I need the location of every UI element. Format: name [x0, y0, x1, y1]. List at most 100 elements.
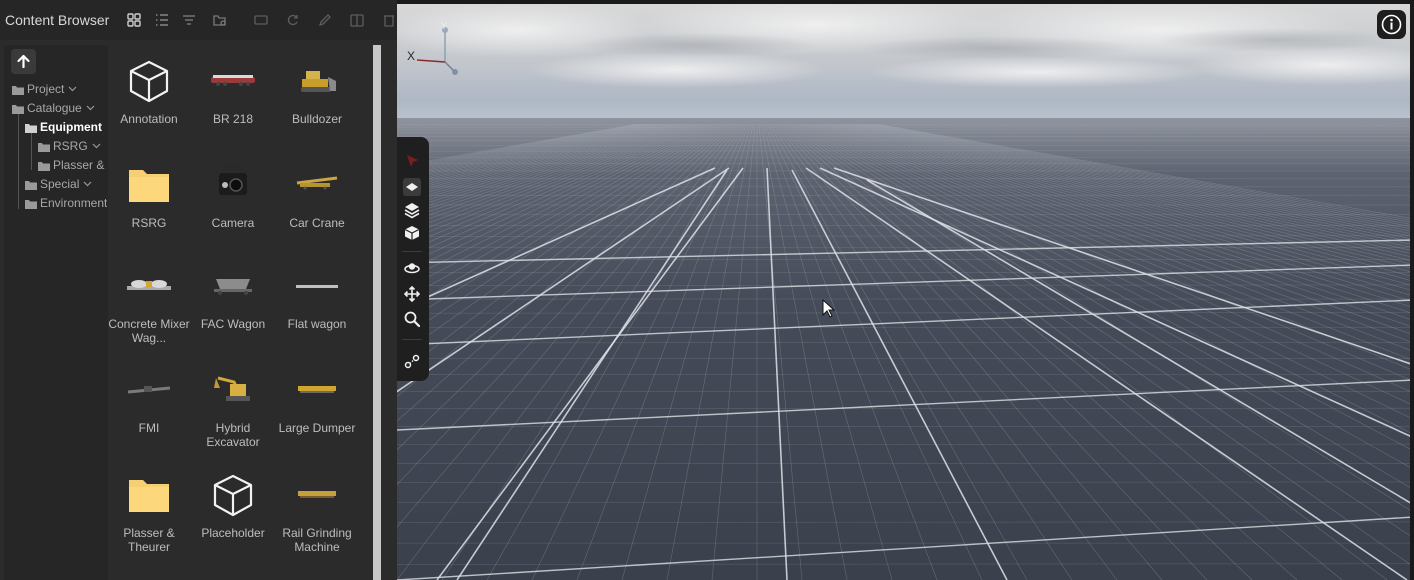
asset-label: Concrete Mixer Wag...	[108, 317, 190, 345]
trash-icon[interactable]	[382, 12, 398, 28]
folder-icon	[12, 86, 24, 95]
chevron-down-icon[interactable]	[86, 105, 95, 111]
panel-header: Content Browser	[0, 0, 397, 40]
tree-label: Project	[27, 82, 65, 96]
measure-icon[interactable]	[403, 353, 421, 371]
tree-item-plasser[interactable]: Plasser &	[38, 158, 106, 174]
mouse-cursor	[822, 298, 836, 324]
asset-bulldozer[interactable]: Bulldozer	[275, 57, 359, 157]
chevron-down-icon[interactable]	[68, 86, 77, 92]
excavator-thumbnail	[214, 376, 250, 401]
viewport-scene[interactable]	[397, 0, 1414, 580]
info-icon	[1381, 14, 1402, 35]
grid-view-icon[interactable]	[126, 12, 142, 28]
info-button[interactable]	[1377, 10, 1406, 39]
refresh-icon[interactable]	[285, 12, 301, 28]
asset-rail-grinding-machine[interactable]: Rail Grinding Machine	[275, 471, 359, 571]
folder-open-icon	[12, 105, 24, 114]
asset-concrete-mixer-wagon[interactable]: Concrete Mixer Wag...	[107, 262, 191, 362]
asset-label: FMI	[138, 421, 160, 435]
zoom-icon[interactable]	[403, 310, 421, 328]
tree-label: Equipment	[40, 120, 102, 134]
asset-label: Car Crane	[289, 216, 345, 230]
tree-item-environment[interactable]: Environment	[25, 196, 107, 212]
folder-icon	[38, 143, 50, 152]
asset-label: Plasser & Theurer	[123, 526, 175, 554]
asset-label: Large Dumper	[278, 421, 356, 435]
tree-item-rsrg[interactable]: RSRG	[38, 139, 106, 155]
fac-wagon-thumbnail	[214, 279, 252, 295]
asset-flat-wagon[interactable]: Flat wagon	[275, 262, 359, 362]
clouds	[397, 0, 1414, 88]
folder-icon	[38, 162, 50, 171]
cube-outline-icon	[213, 474, 253, 517]
move-icon[interactable]	[403, 285, 421, 303]
asset-label: Placeholder	[201, 526, 265, 540]
car-crane-thumbnail	[296, 176, 338, 190]
tree-item-special[interactable]: Special	[25, 177, 105, 193]
asset-label: Annotation	[120, 112, 178, 126]
panel-title: Content Browser	[5, 12, 110, 28]
folder-icon	[25, 200, 37, 209]
cube-outline-icon	[129, 60, 169, 103]
asset-fmi[interactable]: FMI	[107, 366, 191, 466]
asset-camera[interactable]: Camera	[191, 161, 275, 261]
frame-icon[interactable]	[253, 12, 269, 28]
content-browser-panel: Content Browser Project Catalogue Equipm…	[0, 0, 397, 580]
fmi-thumbnail	[127, 386, 171, 394]
asset-annotation[interactable]: Annotation	[107, 57, 191, 157]
asset-label: FAC Wagon	[200, 317, 266, 331]
app-window: Content Browser Project Catalogue Equipm…	[0, 0, 1414, 580]
select-arrow-icon[interactable]	[403, 152, 421, 170]
asset-car-crane[interactable]: Car Crane	[275, 161, 359, 261]
tree-item-equipment[interactable]: Equipment	[25, 120, 105, 136]
axis-y-label: Y	[441, 21, 447, 31]
tree-label: Catalogue	[27, 101, 82, 115]
navigate-up-button[interactable]	[11, 49, 36, 74]
asset-br-218[interactable]: BR 218	[191, 57, 275, 157]
tree-guide-line	[18, 113, 19, 209]
tree-guide-line	[31, 132, 32, 170]
tree-item-catalogue[interactable]: Catalogue	[12, 101, 104, 117]
flat-wagon-thumbnail	[296, 285, 338, 288]
layer-single-icon[interactable]	[403, 178, 421, 196]
asset-large-dumper[interactable]: Large Dumper	[275, 366, 359, 466]
panel-scrollbar[interactable]	[373, 45, 381, 580]
chevron-down-icon[interactable]	[83, 181, 92, 187]
viewport-border	[397, 0, 1414, 4]
viewport-toolbar	[397, 137, 429, 381]
folder-icon	[25, 181, 37, 190]
concrete-mixer-thumbnail	[127, 280, 171, 290]
asset-folder-plasser-theurer[interactable]: Plasser & Theurer	[107, 471, 191, 571]
toolbar-divider	[402, 251, 422, 252]
arrow-up-icon	[17, 54, 30, 69]
tree-item-project[interactable]: Project	[12, 82, 102, 98]
folder-settings-icon[interactable]	[212, 12, 228, 28]
folder-icon	[129, 480, 169, 512]
3d-viewport[interactable]: X Y	[397, 0, 1414, 580]
asset-label: Camera	[211, 216, 255, 230]
chevron-down-icon[interactable]	[92, 143, 101, 149]
asset-folder-rsrg[interactable]: RSRG	[107, 161, 191, 261]
asset-label: BR 218	[212, 112, 254, 126]
axis-gizmo[interactable]: X Y	[405, 20, 465, 80]
dumper-thumbnail	[298, 386, 336, 393]
folder-icon	[129, 170, 169, 202]
layers-stack-icon[interactable]	[403, 201, 421, 219]
viewport-border	[1410, 0, 1414, 580]
filter-icon[interactable]	[181, 12, 197, 28]
tree-label: Environment	[40, 196, 107, 210]
tree-label: RSRG	[53, 139, 88, 153]
asset-placeholder[interactable]: Placeholder	[191, 471, 275, 571]
export-icon[interactable]	[349, 12, 365, 28]
orbit-icon[interactable]	[403, 259, 421, 277]
asset-fac-wagon[interactable]: FAC Wagon	[191, 262, 275, 362]
pencil-icon[interactable]	[317, 12, 333, 28]
asset-hybrid-excavator[interactable]: Hybrid Excavator	[191, 366, 275, 466]
locomotive-thumbnail	[211, 75, 255, 86]
cube-solid-icon[interactable]	[403, 224, 421, 242]
rail-grinder-thumbnail	[298, 491, 336, 498]
asset-label: Rail Grinding Machine	[282, 526, 352, 554]
toolbar-divider	[402, 339, 422, 340]
list-view-icon[interactable]	[154, 12, 170, 28]
